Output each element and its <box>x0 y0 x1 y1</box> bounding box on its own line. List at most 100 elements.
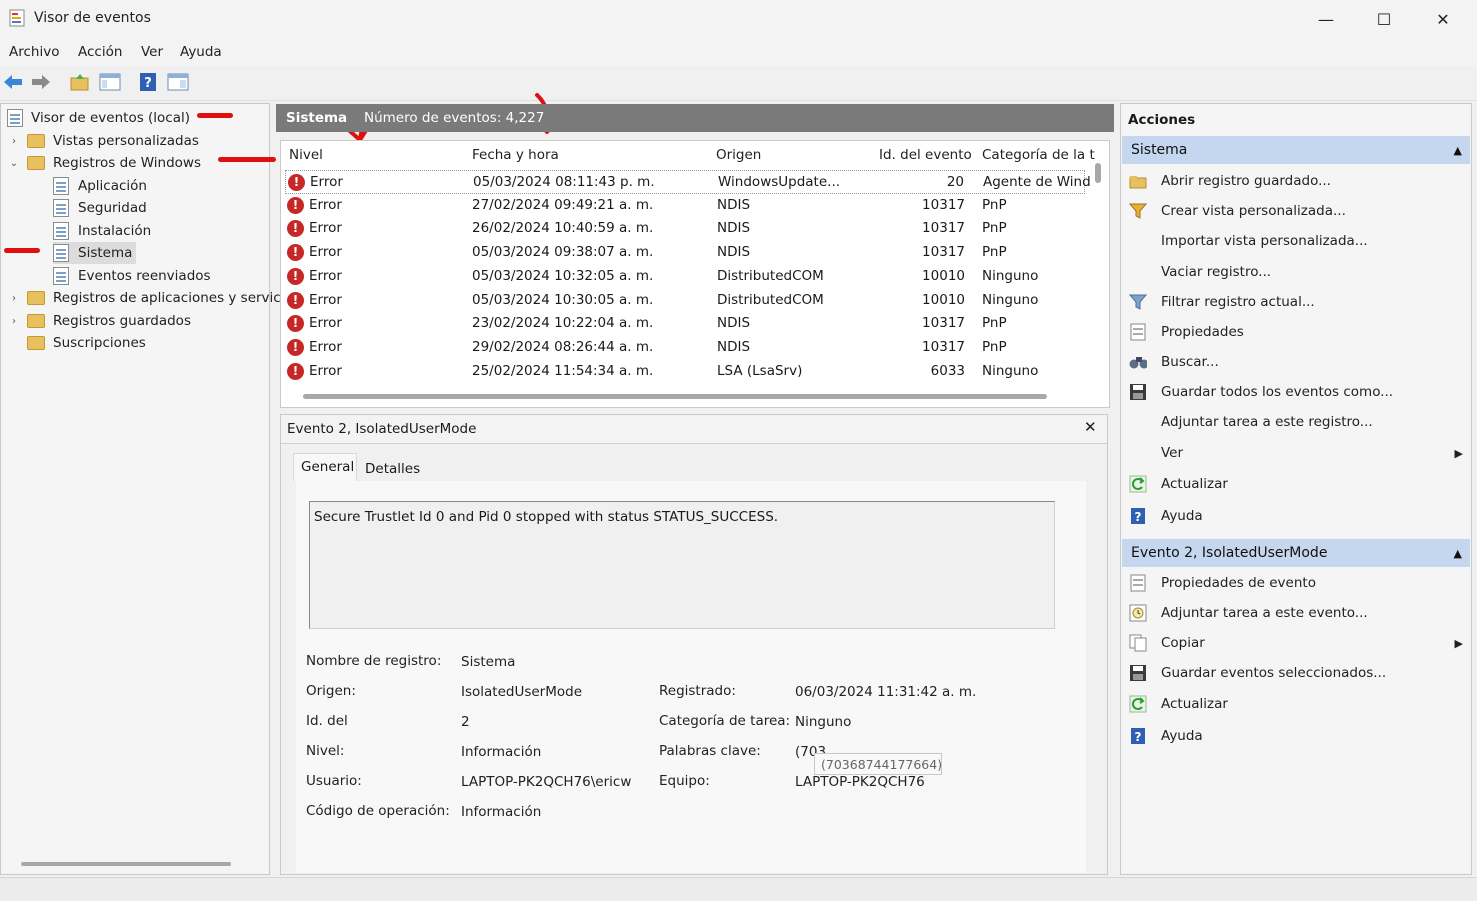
menu-accion[interactable]: Acción <box>78 44 122 60</box>
action-attach-task-event[interactable]: Adjuntar tarea a este evento... <box>1121 599 1469 627</box>
chevron-down-icon[interactable]: ⌄ <box>7 158 21 169</box>
table-row[interactable]: ! Error 25/02/2024 11:54:34 a. m. LSA (LsaS… <box>285 360 1085 384</box>
status-bar <box>0 877 1477 901</box>
action-help-event[interactable]: ? Ayuda <box>1121 722 1469 750</box>
horizontal-scrollbar[interactable] <box>303 394 1047 399</box>
tree-item-seguridad[interactable]: Seguridad <box>53 197 147 219</box>
action-save-selected-events[interactable]: Guardar eventos seleccionados... <box>1121 659 1469 687</box>
forward-arrow-icon[interactable] <box>30 71 52 93</box>
tree-item-instalacion[interactable]: Instalación <box>53 220 151 242</box>
properties-icon <box>1129 323 1147 341</box>
section-header-sistema[interactable]: Sistema ▲ <box>1122 136 1470 164</box>
chevron-right-icon[interactable]: › <box>7 136 21 147</box>
collapse-up-icon[interactable]: ▲ <box>1454 547 1462 560</box>
cell-date: 25/02/2024 11:54:34 a. m. <box>472 362 654 379</box>
action-event-properties[interactable]: Propiedades de evento <box>1121 569 1469 597</box>
minimize-button[interactable]: — <box>1297 0 1355 38</box>
open-folder-icon[interactable] <box>69 71 91 93</box>
tab-detalles[interactable]: Detalles <box>365 461 420 477</box>
vertical-scrollbar[interactable] <box>1095 163 1101 183</box>
action-refresh[interactable]: Actualizar <box>1121 470 1469 498</box>
error-icon: ! <box>287 196 304 214</box>
action-filter-log[interactable]: Filtrar registro actual... <box>1121 288 1469 316</box>
tree-item-app-services[interactable]: › Registros de aplicaciones y servic <box>7 287 281 309</box>
tree-item-eventos-reenviados[interactable]: Eventos reenviados <box>53 265 211 287</box>
table-row[interactable]: ! Error 27/02/2024 09:49:21 a. m. NDIS 10317… <box>285 194 1085 218</box>
column-header-nivel[interactable]: Nivel <box>289 147 323 163</box>
tree-item-subscriptions[interactable]: Suscripciones <box>21 332 146 354</box>
tree-horizontal-scrollbar[interactable] <box>21 862 231 866</box>
action-open-saved-log[interactable]: Abrir registro guardado... <box>1121 167 1469 195</box>
menu-bar: Archivo Acción Ver Ayuda <box>0 38 1477 66</box>
action-refresh-event[interactable]: Actualizar <box>1121 690 1469 718</box>
menu-archivo[interactable]: Archivo <box>9 44 59 60</box>
action-clear-log[interactable]: Vaciar registro... <box>1121 258 1469 286</box>
column-header-fecha[interactable]: Fecha y hora <box>472 147 559 163</box>
cell-level: Error <box>309 267 342 284</box>
chevron-right-icon[interactable]: › <box>7 293 21 304</box>
column-header-origen[interactable]: Origen <box>716 147 761 163</box>
column-header-id[interactable]: Id. del evento <box>879 147 972 163</box>
tree-item-custom-views[interactable]: › Vistas personalizadas <box>7 130 199 152</box>
action-help[interactable]: ? Ayuda <box>1121 502 1469 530</box>
action-view[interactable]: Ver ▶ <box>1121 439 1469 467</box>
cell-level: Error <box>309 315 342 332</box>
tree-item-saved[interactable]: › Registros guardados <box>7 310 191 332</box>
cell-date: 26/02/2024 10:40:59 a. m. <box>472 220 654 237</box>
log-name: Sistema <box>286 110 348 126</box>
close-detail-icon[interactable]: ✕ <box>1084 418 1097 436</box>
action-create-custom-view[interactable]: Crear vista personalizada... <box>1121 197 1469 225</box>
column-header-categoria[interactable]: Categoría de la t <box>982 147 1095 163</box>
action-import-custom-view[interactable]: Importar vista personalizada... <box>1121 227 1469 255</box>
cell-source: NDIS <box>717 196 751 213</box>
chevron-right-icon[interactable]: › <box>7 316 21 327</box>
close-window-button[interactable]: ✕ <box>1414 0 1472 38</box>
action-attach-task-log[interactable]: Adjuntar tarea a este registro... <box>1121 408 1469 436</box>
collapse-up-icon[interactable]: ▲ <box>1454 144 1462 157</box>
tree-item-label: Sistema <box>78 245 133 261</box>
section-header-event[interactable]: Evento 2, IsolatedUserMode ▲ <box>1122 539 1470 567</box>
title-bar: Visor de eventos — ☐ ✕ <box>0 0 1477 38</box>
tree-item-windows-logs[interactable]: ⌄ Registros de Windows <box>7 152 201 174</box>
action-pane-icon[interactable] <box>167 71 189 93</box>
menu-ver[interactable]: Ver <box>141 44 163 60</box>
cell-id: 10010 <box>922 267 965 284</box>
action-properties[interactable]: Propiedades <box>1121 318 1469 346</box>
section-label: Evento 2, IsolatedUserMode <box>1131 545 1328 561</box>
tree-item-root[interactable]: Visor de eventos (local) <box>7 107 190 129</box>
tree-item-aplicacion[interactable]: Aplicación <box>53 175 147 197</box>
tree-item-sistema[interactable]: Sistema <box>53 242 137 264</box>
console-tree-icon[interactable] <box>99 71 121 93</box>
error-icon: ! <box>287 362 304 380</box>
table-row[interactable]: ! Error 23/02/2024 10:22:04 a. m. NDIS 10317… <box>285 312 1085 336</box>
cell-source: NDIS <box>717 315 751 332</box>
table-row[interactable]: ! Error 05/03/2024 08:11:43 p. m. WindowsUp… <box>285 170 1091 194</box>
action-find[interactable]: Buscar... <box>1121 348 1469 376</box>
svg-text:?: ? <box>1135 730 1142 744</box>
log-icon <box>53 199 69 217</box>
back-arrow-icon[interactable] <box>2 71 24 93</box>
menu-ayuda[interactable]: Ayuda <box>180 44 222 60</box>
help-icon[interactable]: ? <box>137 71 159 93</box>
maximize-button[interactable]: ☐ <box>1355 0 1413 38</box>
error-icon: ! <box>287 220 304 238</box>
submenu-arrow-icon: ▶ <box>1454 446 1463 460</box>
label-computer: Equipo: <box>659 773 710 789</box>
tab-general[interactable]: General <box>293 453 357 481</box>
action-label: Crear vista personalizada... <box>1161 203 1346 219</box>
log-icon <box>53 222 69 240</box>
action-copy[interactable]: Copiar ▶ <box>1121 629 1469 657</box>
action-save-all-events[interactable]: Guardar todos los eventos como... <box>1121 378 1469 406</box>
table-row[interactable]: ! Error 05/03/2024 10:30:05 a. m. Distribut… <box>285 289 1085 313</box>
cell-id: 10317 <box>922 338 965 355</box>
console-tree: Visor de eventos (local) › Vistas person… <box>0 103 281 875</box>
cell-source: NDIS <box>717 338 751 355</box>
table-row[interactable]: ! Error 26/02/2024 10:40:59 a. m. NDIS 10317… <box>285 217 1085 241</box>
table-row[interactable]: ! Error 05/03/2024 10:32:05 a. m. Distribut… <box>285 265 1085 289</box>
value-task-category: Ninguno <box>795 714 852 730</box>
tooltip-text: (70368744177664) <box>821 757 943 772</box>
table-row[interactable]: ! Error 29/02/2024 08:26:44 a. m. NDIS 10317… <box>285 336 1085 360</box>
table-row[interactable]: ! Error 05/03/2024 09:38:07 a. m. NDIS 10317… <box>285 241 1085 265</box>
label-logged: Registrado: <box>659 683 736 699</box>
event-message-box[interactable]: Secure Trustlet Id 0 and Pid 0 stopped w… <box>309 501 1055 629</box>
